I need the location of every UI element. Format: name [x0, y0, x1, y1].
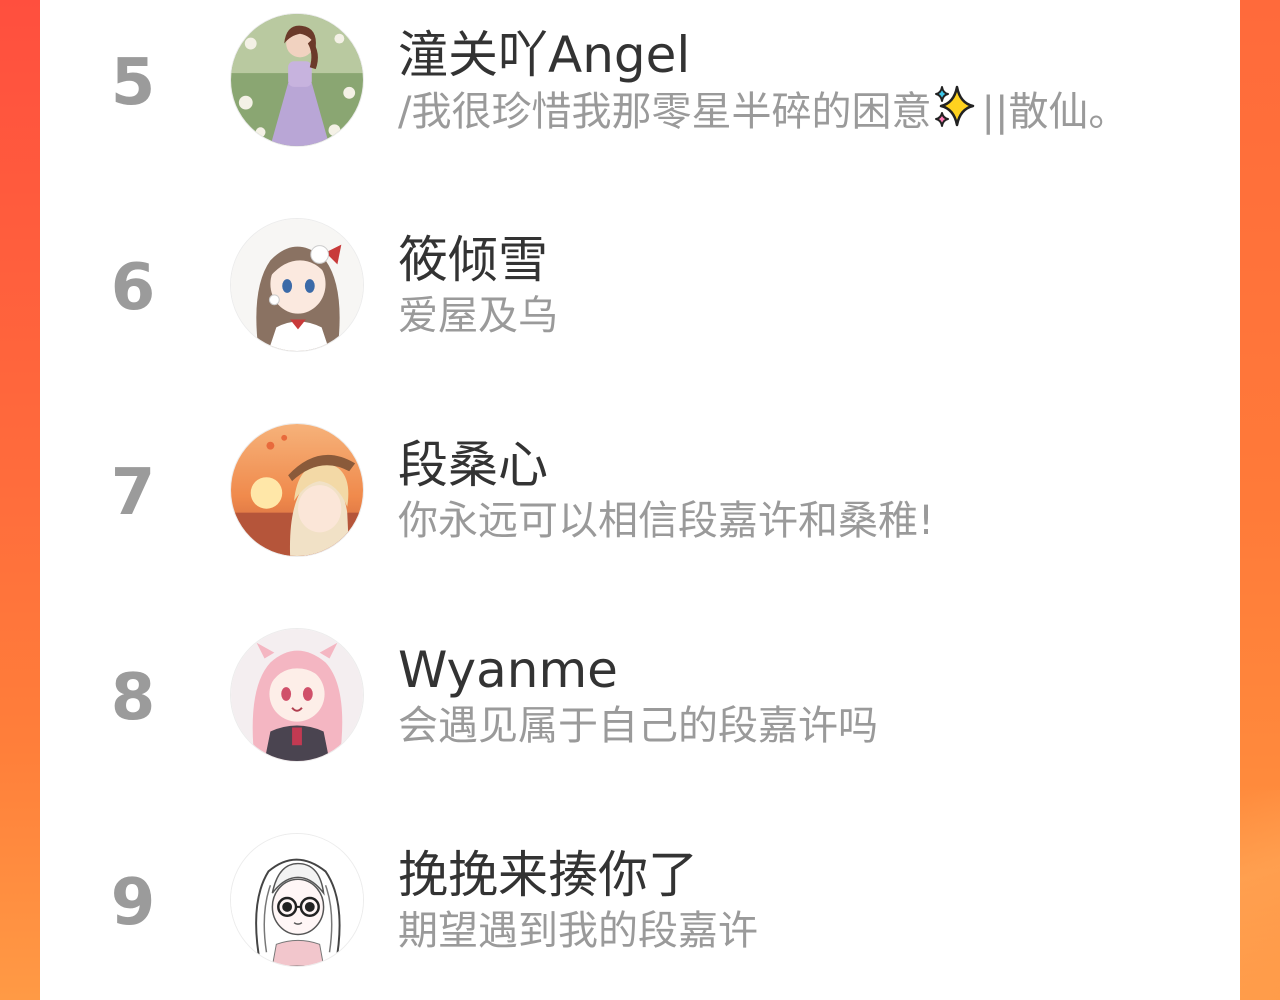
avatar-image-pink-hair-girl	[231, 629, 363, 761]
ranking-row[interactable]: 8 Wyanme 会遇见属于自己的段嘉许吗	[40, 628, 1240, 768]
rank-number: 5	[110, 46, 156, 120]
ranking-row[interactable]: 7 段桑心 你永远可以相信段嘉许和桑稚!	[40, 423, 1240, 563]
user-avatar[interactable]	[230, 423, 364, 557]
user-bio: /我很珍惜我那零星半碎的困意 ||散仙。	[398, 85, 1128, 142]
user-name: 段桑心	[398, 436, 548, 494]
user-bio: 爱屋及乌	[398, 293, 558, 339]
user-name: Wyanme	[398, 641, 618, 699]
user-bio: 会遇见属于自己的段嘉许吗	[398, 703, 878, 749]
ranking-row[interactable]: 9 挽挽来揍你了 期望遇到我的段嘉许	[40, 833, 1240, 973]
user-avatar[interactable]	[230, 13, 364, 147]
avatar-image-anime-girl	[231, 219, 363, 351]
rank-number: 6	[110, 251, 156, 325]
user-name: 挽挽来揍你了	[398, 846, 698, 904]
user-bio-text-suffix: ||散仙。	[981, 89, 1129, 135]
background-facet	[1240, 790, 1280, 1000]
avatar-image-sunset-girl	[231, 424, 363, 556]
ranking-row[interactable]: 5 潼关吖Angel /我很珍惜我那零星半碎的困意 ||散仙。	[40, 13, 1240, 153]
avatar-image-flower-field	[231, 14, 363, 146]
right-background-edge	[1240, 0, 1280, 1000]
user-avatar[interactable]	[230, 628, 364, 762]
user-avatar[interactable]	[230, 218, 364, 352]
ranking-row[interactable]: 6 筱倾雪 爱屋及乌	[40, 218, 1240, 358]
user-bio: 期望遇到我的段嘉许	[398, 908, 758, 954]
user-avatar[interactable]	[230, 833, 364, 967]
user-name: 筱倾雪	[398, 231, 548, 289]
sparkles-icon	[933, 85, 979, 142]
rank-number: 7	[110, 456, 156, 530]
user-name: 潼关吖Angel	[398, 26, 691, 84]
user-bio-text: /我很珍惜我那零星半碎的困意	[398, 89, 932, 135]
ranking-list-panel: 5 潼关吖Angel /我很珍惜我那零星半碎的困意 ||散仙。 6 筱倾雪 爱屋…	[40, 0, 1240, 1000]
avatar-image-sketch-girl	[231, 834, 363, 966]
rank-number: 8	[110, 661, 156, 735]
user-bio: 你永远可以相信段嘉许和桑稚!	[398, 498, 935, 544]
rank-number: 9	[110, 866, 156, 940]
